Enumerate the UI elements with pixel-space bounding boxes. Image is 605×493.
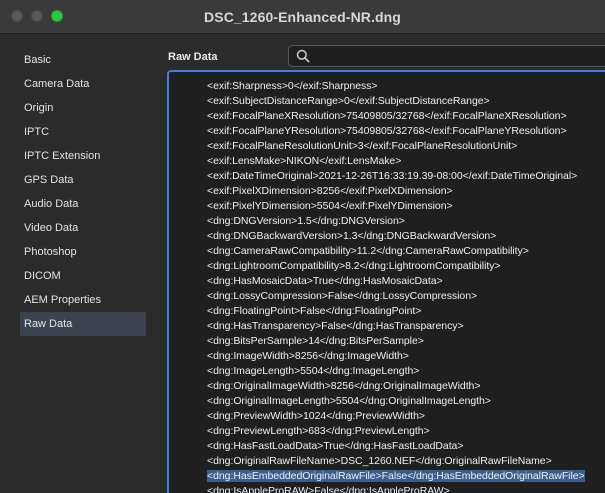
raw-data-line[interactable]: <dng:PreviewWidth>1024</dng:PreviewWidth…	[207, 409, 585, 424]
sidebar-item-camera-data[interactable]: Camera Data	[20, 72, 146, 96]
raw-data-line[interactable]: <dng:CameraRawCompatibility>11.2</dng:Ca…	[207, 244, 585, 259]
raw-data-line[interactable]: <exif:LensMake>NIKON</exif:LensMake>	[207, 154, 585, 169]
raw-data-line[interactable]: <exif:DateTimeOriginal>2021-12-26T16:33:…	[207, 169, 585, 184]
raw-data-line-text: <exif:LensMake>NIKON</exif:LensMake>	[207, 155, 402, 167]
raw-data-line[interactable]: <exif:FocalPlaneResolutionUnit>3</exif:F…	[207, 139, 585, 154]
sidebar-item-basic[interactable]: Basic	[20, 48, 146, 72]
raw-data-lines: <exif:Sharpness>0</exif:Sharpness> <exif:…	[207, 79, 585, 493]
raw-data-line-text: <exif:PixelYDimension>5504</exif:PixelYD…	[207, 200, 453, 212]
raw-data-line-text: <dng:OriginalRawFileName>DSC_1260.NEF</d…	[207, 455, 552, 467]
raw-data-line[interactable]: <exif:FocalPlaneXResolution>75409805/327…	[207, 109, 585, 124]
raw-data-line-text: <dng:FloatingPoint>False</dng:FloatingPo…	[207, 305, 422, 317]
raw-data-line-text: <dng:PreviewLength>683</dng:PreviewLengt…	[207, 425, 430, 437]
sidebar-item-iptc-extension[interactable]: IPTC Extension	[20, 144, 146, 168]
raw-data-line-text: <dng:HasTransparency>False</dng:HasTrans…	[207, 320, 464, 332]
raw-data-line[interactable]: <dng:HasTransparency>False</dng:HasTrans…	[207, 319, 585, 334]
sidebar-item-video-data[interactable]: Video Data	[20, 216, 146, 240]
raw-data-line-text: <dng:ImageWidth>8256</dng:ImageWidth>	[207, 350, 409, 362]
raw-data-line-text: <dng:IsAppleProRAW>False</dng:IsApplePro…	[207, 485, 450, 493]
raw-data-line-text: <exif:DateTimeOriginal>2021-12-26T16:33:…	[207, 170, 578, 182]
raw-data-line[interactable]: <dng:LightroomCompatibility>8.2</dng:Lig…	[207, 259, 585, 274]
window-title: DSC_1260-Enhanced-NR.dng	[204, 9, 401, 25]
raw-data-line[interactable]: <exif:PixelXDimension>8256</exif:PixelXD…	[207, 184, 585, 199]
raw-data-line-text: <dng:HasEmbeddedOriginalRawFile>False</d…	[207, 470, 585, 482]
raw-data-line[interactable]: <dng:HasFastLoadData>True</dng:HasFastLo…	[207, 439, 585, 454]
sidebar-item-aem-properties[interactable]: AEM Properties	[20, 288, 146, 312]
sidebar-item-origin[interactable]: Origin	[20, 96, 146, 120]
raw-data-line-text: <dng:HasFastLoadData>True</dng:HasFastLo…	[207, 440, 464, 452]
raw-data-line-text: <dng:OriginalImageWidth>8256</dng:Origin…	[207, 380, 481, 392]
main-panel: Raw Data <exif:Sharpness>0</exif:Sharpne…	[157, 34, 605, 493]
raw-data-line[interactable]: <exif:PixelYDimension>5504</exif:PixelYD…	[207, 199, 585, 214]
raw-data-line-text: <dng:DNGBackwardVersion>1.3</dng:DNGBack…	[207, 230, 497, 242]
raw-data-line[interactable]: <dng:DNGVersion>1.5</dng:DNGVersion>	[207, 214, 585, 229]
title-bar: DSC_1260-Enhanced-NR.dng	[0, 0, 605, 34]
raw-data-line-text: <dng:DNGVersion>1.5</dng:DNGVersion>	[207, 215, 405, 227]
section-title: Raw Data	[168, 51, 218, 63]
raw-data-line[interactable]: <dng:OriginalImageLength>5504</dng:Origi…	[207, 394, 585, 409]
raw-data-line-text: <exif:SubjectDistanceRange>0</exif:Subje…	[207, 95, 490, 107]
raw-data-line-text: <dng:ImageLength>5504</dng:ImageLength>	[207, 365, 420, 377]
raw-data-line[interactable]: <dng:ImageLength>5504</dng:ImageLength>	[207, 364, 585, 379]
metadata-window: DSC_1260-Enhanced-NR.dng Basic Camera Da…	[0, 0, 605, 493]
raw-data-line[interactable]: <dng:OriginalRawFileName>DSC_1260.NEF</d…	[207, 454, 585, 469]
raw-data-line-text: <dng:BitsPerSample>14</dng:BitsPerSample…	[207, 335, 424, 347]
raw-data-line-text: <dng:CameraRawCompatibility>11.2</dng:Ca…	[207, 245, 529, 257]
raw-data-line[interactable]: <dng:FloatingPoint>False</dng:FloatingPo…	[207, 304, 585, 319]
raw-data-line-text: <dng:PreviewWidth>1024</dng:PreviewWidth…	[207, 410, 425, 422]
sidebar-item-dicom[interactable]: DICOM	[20, 264, 146, 288]
sidebar-item-iptc[interactable]: IPTC	[20, 120, 146, 144]
raw-data-line-selected[interactable]: <dng:HasEmbeddedOriginalRawFile>False</d…	[207, 469, 585, 484]
raw-data-line-text: <exif:FocalPlaneYResolution>75409805/327…	[207, 125, 567, 137]
search-field[interactable]	[288, 45, 605, 67]
raw-data-line[interactable]: <dng:LossyCompression>False</dng:LossyCo…	[207, 289, 585, 304]
raw-data-line[interactable]: <dng:BitsPerSample>14</dng:BitsPerSample…	[207, 334, 585, 349]
raw-data-line[interactable]: <exif:FocalPlaneYResolution>75409805/327…	[207, 124, 585, 139]
raw-data-text-area[interactable]: <exif:Sharpness>0</exif:Sharpness> <exif:…	[167, 70, 605, 493]
raw-data-line-text: <exif:FocalPlaneResolutionUnit>3</exif:F…	[207, 140, 518, 152]
raw-data-line[interactable]: <dng:OriginalImageWidth>8256</dng:Origin…	[207, 379, 585, 394]
raw-data-line[interactable]: <exif:SubjectDistanceRange>0</exif:Subje…	[207, 94, 585, 109]
raw-data-line-text: <dng:OriginalImageLength>5504</dng:Origi…	[207, 395, 491, 407]
search-icon	[296, 49, 310, 63]
raw-data-line[interactable]: <dng:DNGBackwardVersion>1.3</dng:DNGBack…	[207, 229, 585, 244]
sidebar: Basic Camera Data Origin IPTC IPTC Exten…	[0, 34, 157, 493]
raw-data-line[interactable]: <dng:IsAppleProRAW>False</dng:IsApplePro…	[207, 484, 585, 493]
raw-data-line-text: <exif:FocalPlaneXResolution>75409805/327…	[207, 110, 567, 122]
raw-data-line-text: <dng:HasMosaicData>True</dng:HasMosaicDa…	[207, 275, 443, 287]
raw-data-line[interactable]: <exif:Sharpness>0</exif:Sharpness>	[207, 79, 585, 94]
raw-data-line[interactable]: <dng:HasMosaicData>True</dng:HasMosaicDa…	[207, 274, 585, 289]
raw-data-line-text: <exif:Sharpness>0</exif:Sharpness>	[207, 80, 378, 92]
sidebar-item-raw-data[interactable]: Raw Data	[20, 312, 146, 336]
raw-data-line[interactable]: <dng:ImageWidth>8256</dng:ImageWidth>	[207, 349, 585, 364]
sidebar-item-audio-data[interactable]: Audio Data	[20, 192, 146, 216]
raw-data-line[interactable]: <dng:PreviewLength>683</dng:PreviewLengt…	[207, 424, 585, 439]
search-input[interactable]	[315, 47, 605, 65]
raw-data-line-text: <dng:LightroomCompatibility>8.2</dng:Lig…	[207, 260, 501, 272]
sidebar-item-photoshop[interactable]: Photoshop	[20, 240, 146, 264]
raw-data-line-text: <exif:PixelXDimension>8256</exif:PixelXD…	[207, 185, 453, 197]
raw-data-line-text: <dng:LossyCompression>False</dng:LossyCo…	[207, 290, 478, 302]
sidebar-item-gps-data[interactable]: GPS Data	[20, 168, 146, 192]
